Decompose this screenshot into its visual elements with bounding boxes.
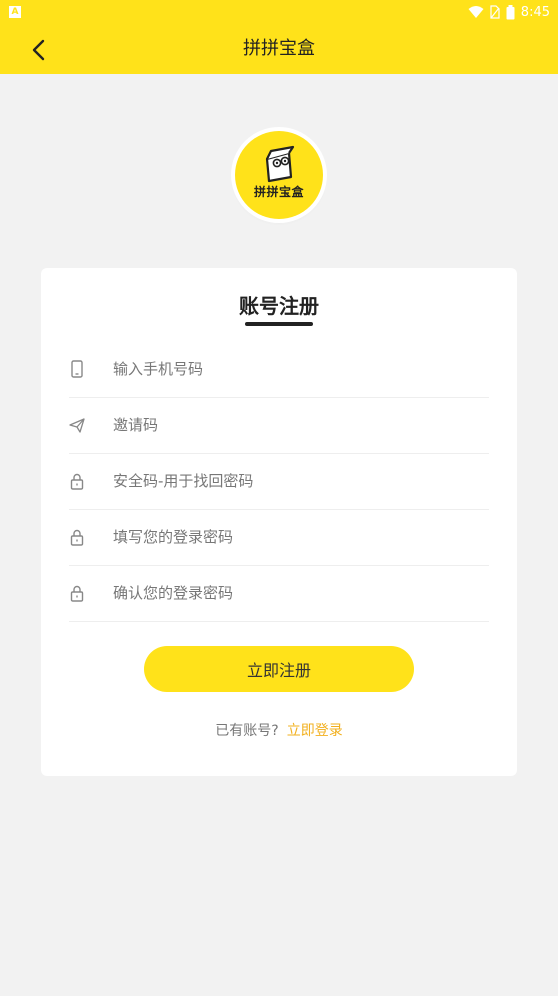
phone-input[interactable] — [113, 353, 473, 385]
battery-icon — [506, 4, 515, 19]
form-title: 账号注册 — [239, 294, 319, 318]
logo-text: 拼拼宝盒 — [253, 185, 304, 199]
security-code-input[interactable] — [113, 465, 473, 497]
login-prompt-line: 已有账号? 立即登录 — [41, 720, 517, 740]
app-logo: 拼拼宝盒 — [235, 131, 323, 219]
login-link[interactable]: 立即登录 — [287, 723, 343, 739]
register-card: 账号注册 立即注册 已有账号? 立即登录 — [41, 268, 517, 776]
send-icon — [69, 418, 85, 433]
password-row — [69, 509, 489, 566]
notification-icon: A — [9, 6, 21, 18]
login-prompt-text: 已有账号? — [215, 723, 279, 739]
confirm-password-row — [69, 565, 489, 622]
security-code-row — [69, 453, 489, 510]
status-time: 8:45 — [520, 4, 550, 20]
confirm-password-input[interactable] — [113, 577, 473, 609]
wifi-icon — [468, 6, 484, 18]
phone-icon — [71, 360, 83, 378]
page-title: 拼拼宝盒 — [243, 38, 315, 59]
box-mascot-icon — [265, 145, 295, 183]
top-bar: A 8:45 拼拼宝盒 — [0, 0, 558, 74]
invite-code-input[interactable] — [113, 409, 473, 441]
lock-icon — [70, 473, 84, 490]
status-bar: A 8:45 — [0, 0, 558, 24]
invite-row — [69, 397, 489, 454]
lock-icon — [70, 529, 84, 546]
no-sim-icon — [490, 5, 500, 19]
phone-row — [69, 341, 489, 398]
title-underline — [245, 322, 313, 326]
password-input[interactable] — [113, 521, 473, 553]
register-button[interactable]: 立即注册 — [144, 646, 414, 692]
status-right: 8:45 — [468, 4, 550, 20]
lock-icon — [70, 585, 84, 602]
